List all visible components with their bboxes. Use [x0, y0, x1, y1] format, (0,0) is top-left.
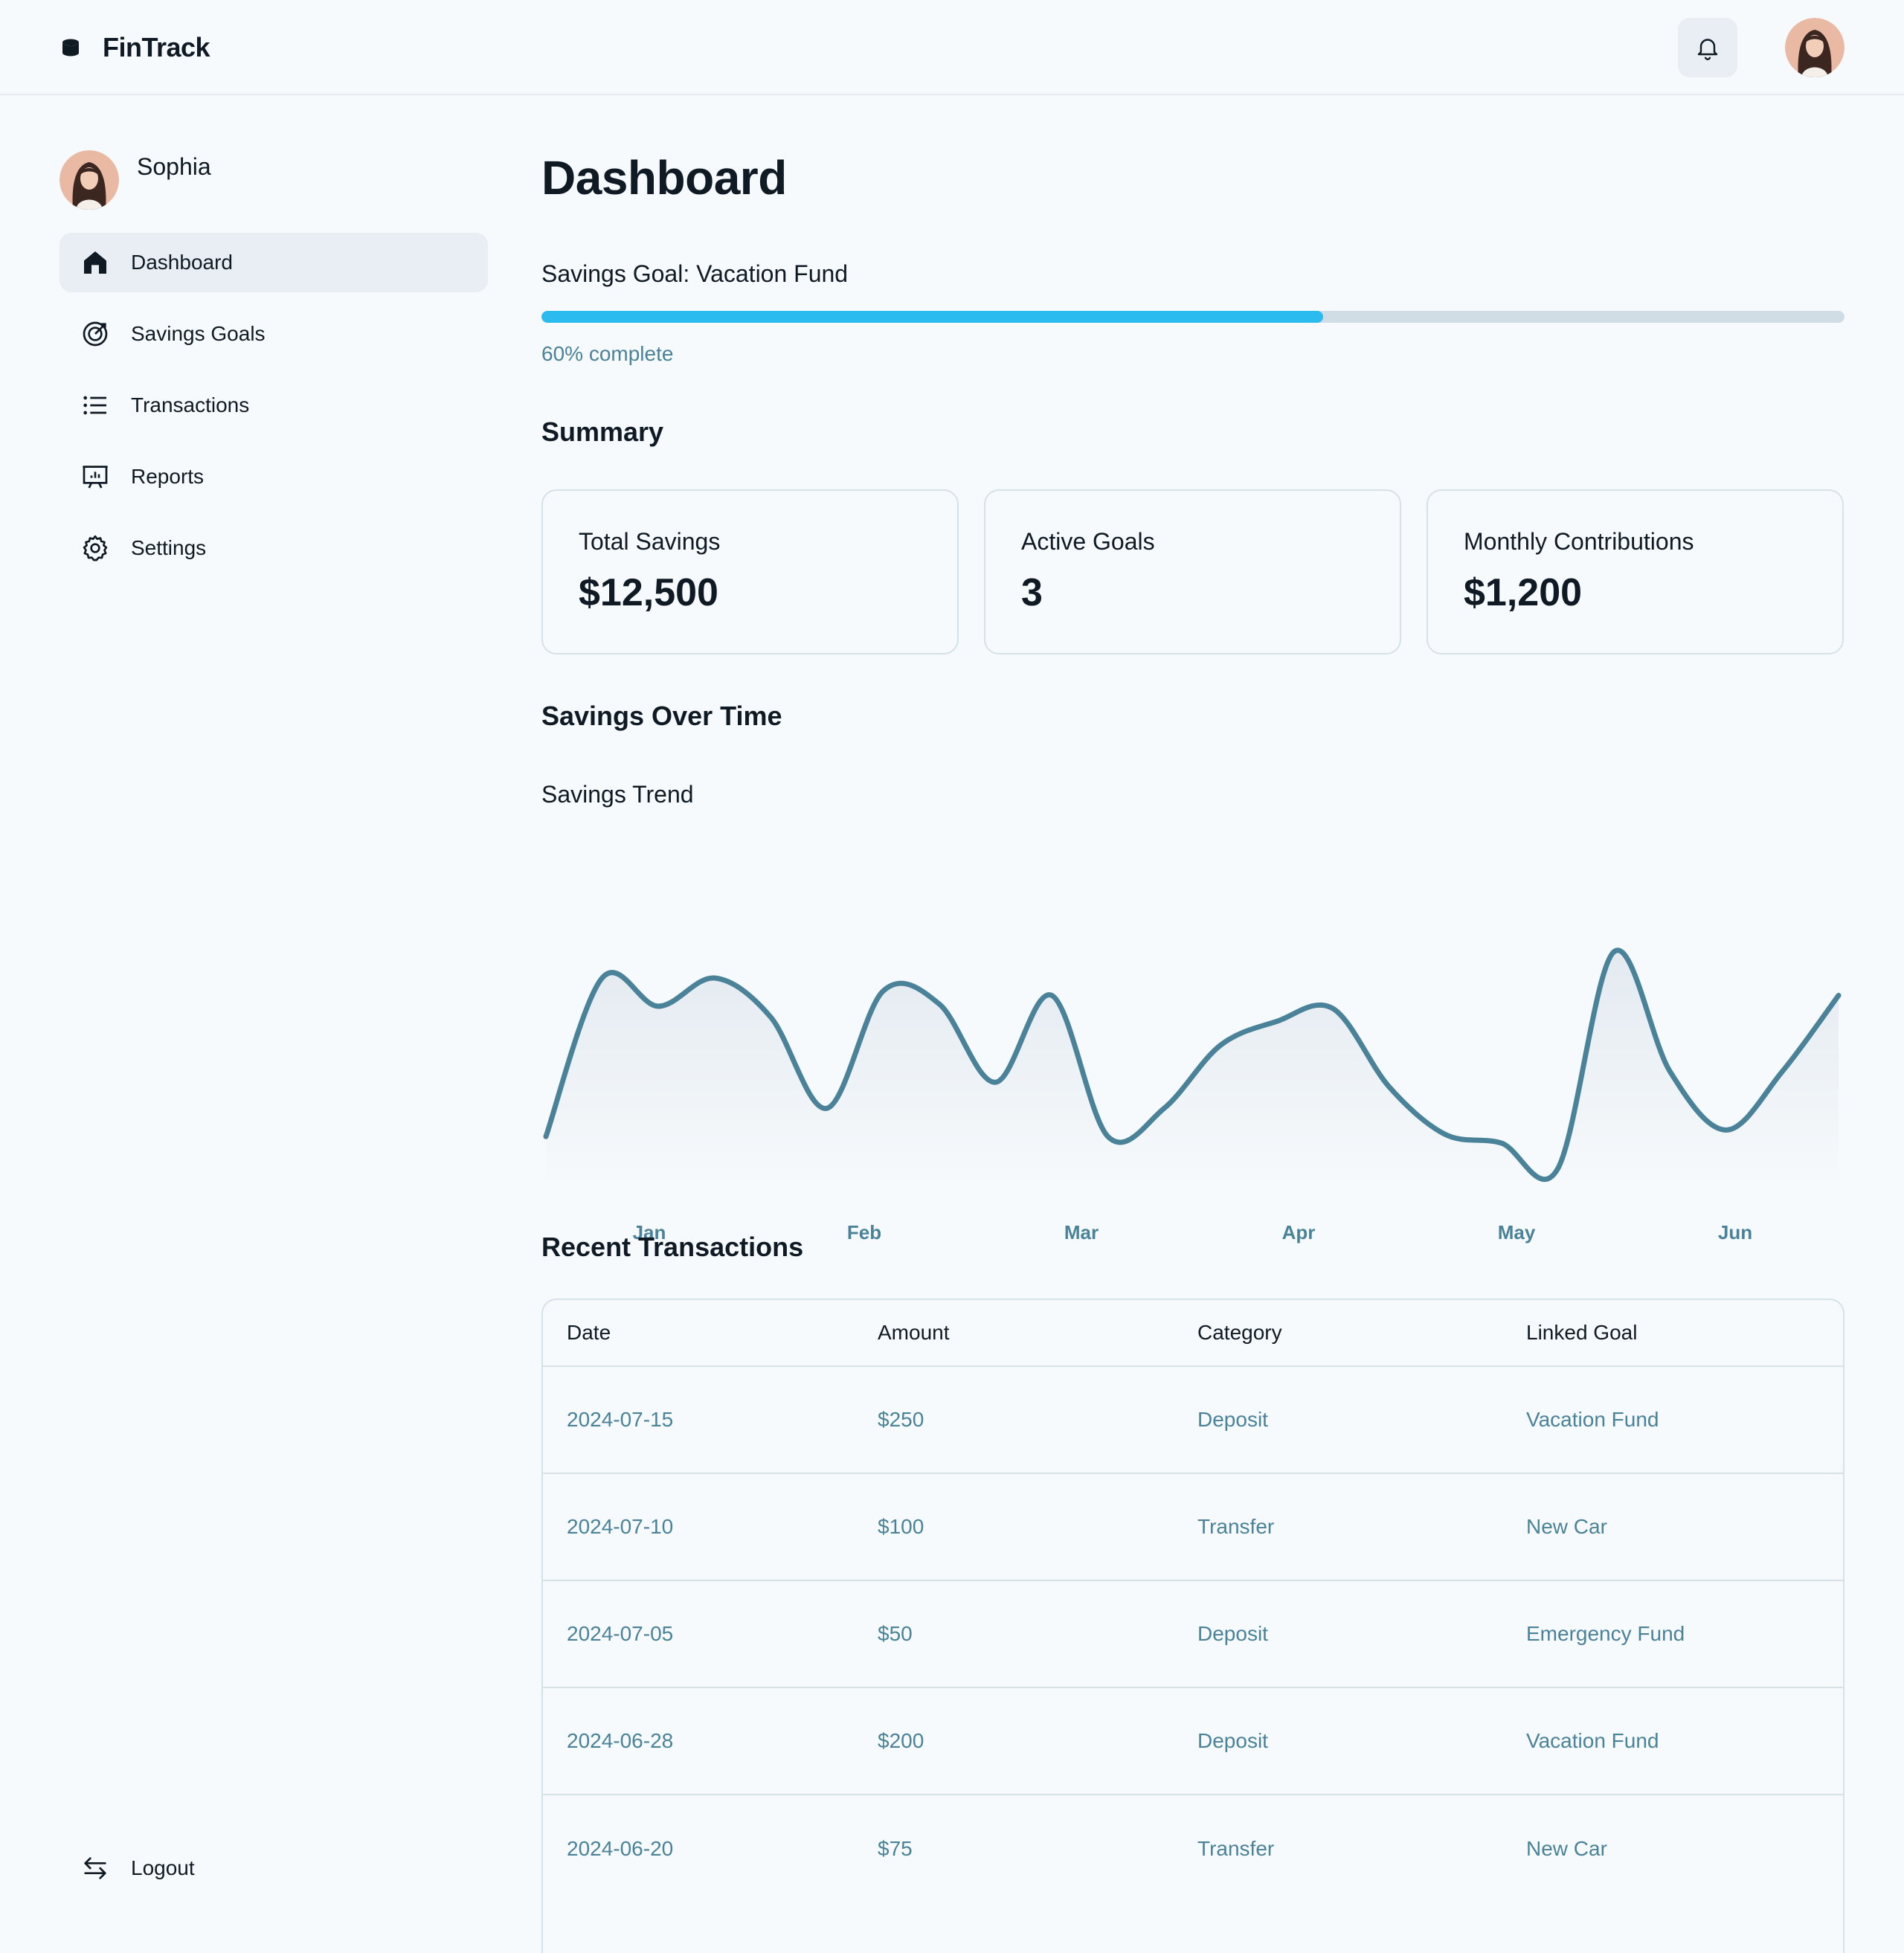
cell-category: Deposit	[1197, 1622, 1268, 1645]
goal-progress-text: 60% complete	[541, 342, 674, 365]
sidebar-item-transactions[interactable]: Transactions	[60, 376, 488, 435]
logout-area: Logout	[60, 1838, 488, 1910]
goal-label: Savings Goal: Vacation Fund	[541, 260, 849, 287]
goal-progress-fill	[541, 311, 1324, 323]
bell-icon	[1697, 39, 1718, 60]
table-row[interactable]: 2024-07-10 $100 Transfer New Car	[543, 1474, 1843, 1581]
avatar	[60, 150, 119, 210]
user-profile[interactable]: Sophia	[60, 150, 211, 210]
cell-date: 2024-07-05	[567, 1622, 674, 1645]
summary-title: Summary	[541, 416, 664, 447]
table-row[interactable]: 2024-07-05 $50 Deposit Emergency Fund	[543, 1581, 1843, 1688]
user-avatar-button[interactable]	[1785, 18, 1844, 77]
avatar	[1785, 18, 1844, 77]
x-axis-label-apr: Apr	[1282, 1221, 1316, 1243]
top-bar: FinTrack	[0, 0, 1904, 95]
savings-over-time-title: Savings Over Time	[541, 701, 782, 731]
cell-category: Deposit	[1197, 1408, 1268, 1431]
sidebar-item-label: Settings	[131, 536, 207, 559]
app-name: FinTrack	[103, 32, 210, 62]
summary-card-monthly-contributions: Monthly Contributions $1,200	[1427, 489, 1844, 654]
target-icon	[79, 318, 112, 350]
cell-linked-goal: New Car	[1526, 1837, 1607, 1860]
gear-icon	[79, 532, 112, 564]
cell-linked-goal: Vacation Fund	[1526, 1408, 1659, 1431]
sidebar-item-reports[interactable]: Reports	[60, 447, 488, 506]
sidebar-item-label: Savings Goals	[131, 322, 266, 345]
table-row[interactable]: 2024-07-15 $250 Deposit Vacation Fund	[543, 1367, 1843, 1474]
page-title: Dashboard	[541, 151, 787, 205]
x-axis-label-jun: Jun	[1718, 1221, 1752, 1243]
cell-linked-goal: New Car	[1526, 1515, 1607, 1538]
cell-category: Deposit	[1197, 1729, 1268, 1752]
column-header-date[interactable]: Date	[567, 1321, 878, 1345]
card-label: Active Goals	[1021, 528, 1155, 555]
cell-date: 2024-07-10	[567, 1515, 674, 1538]
logout-label: Logout	[131, 1856, 195, 1879]
table-header: Date Amount Category Linked Goal	[543, 1300, 1843, 1367]
sidebar-item-savings-goals[interactable]: Savings Goals	[60, 304, 488, 364]
chart-subtitle: Savings Trend	[541, 781, 694, 808]
cell-date: 2024-06-20	[567, 1837, 674, 1860]
summary-card-active-goals: Active Goals 3	[984, 489, 1401, 654]
card-value: 3	[1021, 571, 1043, 614]
cell-linked-goal: Vacation Fund	[1526, 1729, 1659, 1752]
cell-date: 2024-06-28	[567, 1729, 674, 1752]
database-icon	[62, 39, 79, 57]
x-axis-label-feb: Feb	[847, 1221, 881, 1243]
cell-amount: $200	[878, 1729, 924, 1752]
cell-category: Transfer	[1197, 1837, 1275, 1860]
home-icon	[79, 246, 112, 279]
cell-amount: $50	[878, 1622, 913, 1645]
x-axis-label-may: May	[1498, 1221, 1536, 1243]
summary-cards: Total Savings $12,500 Active Goals 3 Mon…	[541, 489, 1844, 654]
column-header-linked-goal[interactable]: Linked Goal	[1526, 1321, 1843, 1345]
sidebar-item-label: Reports	[131, 465, 205, 488]
card-value: $12,500	[579, 571, 718, 614]
card-label: Total Savings	[579, 528, 721, 555]
sidebar-nav: Dashboard Savings Goals Transactions Rep…	[60, 233, 488, 590]
notifications-button[interactable]	[1678, 18, 1737, 77]
cell-amount: $75	[878, 1837, 913, 1860]
card-value: $1,200	[1464, 571, 1583, 614]
cell-linked-goal: Emergency Fund	[1526, 1622, 1685, 1645]
user-name: Sophia	[137, 153, 211, 180]
brand[interactable]: FinTrack	[60, 27, 210, 68]
list-icon	[79, 389, 112, 422]
presentation-chart-icon	[79, 460, 112, 493]
cell-amount: $250	[878, 1408, 924, 1431]
summary-card-total-savings: Total Savings $12,500	[541, 489, 959, 654]
column-header-category[interactable]: Category	[1197, 1321, 1526, 1345]
table-row[interactable]: 2024-06-28 $200 Deposit Vacation Fund	[543, 1688, 1843, 1795]
x-axis-label-mar: Mar	[1064, 1221, 1099, 1243]
table-row[interactable]: 2024-06-20 $75 Transfer New Car	[543, 1795, 1843, 1902]
cell-date: 2024-07-15	[567, 1408, 674, 1431]
sidebar-item-label: Dashboard	[131, 251, 233, 274]
recent-transactions-title: Recent Transactions	[541, 1232, 804, 1262]
logout-button[interactable]: Logout	[60, 1838, 488, 1898]
column-header-amount[interactable]: Amount	[878, 1321, 1197, 1345]
transactions-table: Date Amount Category Linked Goal 2024-07…	[541, 1299, 1844, 1953]
arrows-swap-icon	[79, 1852, 112, 1885]
sidebar: Sophia Dashboard Savings Goals Transacti…	[0, 97, 506, 1953]
cell-amount: $100	[878, 1515, 924, 1538]
sidebar-item-settings[interactable]: Settings	[60, 518, 488, 578]
cell-category: Transfer	[1197, 1515, 1275, 1538]
goal-progress-bar	[541, 311, 1844, 323]
sidebar-item-label: Transactions	[131, 393, 250, 416]
sidebar-item-dashboard[interactable]: Dashboard	[60, 233, 488, 292]
savings-trend-chart: Jan Feb Mar Apr May Jun	[543, 947, 1842, 1243]
card-label: Monthly Contributions	[1464, 528, 1694, 555]
